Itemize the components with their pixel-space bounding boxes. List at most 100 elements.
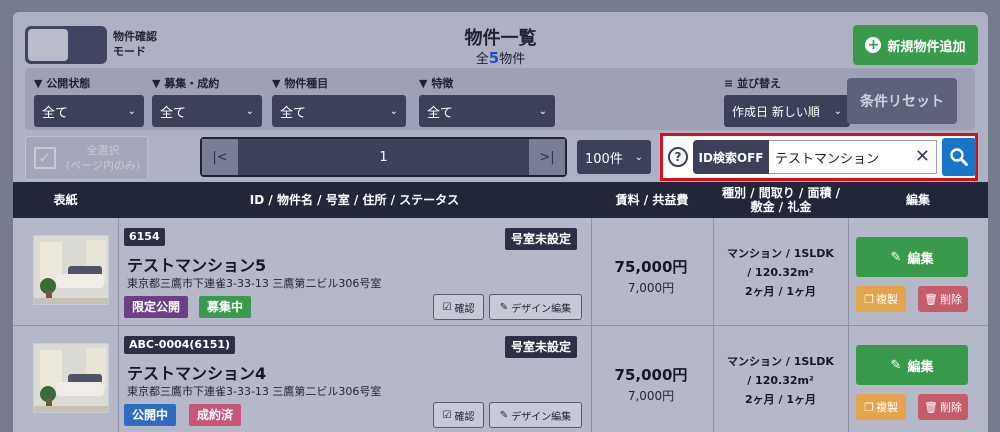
confirm-label: 確認 bbox=[454, 411, 475, 423]
cell-divider bbox=[118, 326, 119, 432]
rent-cell: 75,000円 7,000円 bbox=[591, 256, 711, 296]
col-cover: 表紙 bbox=[53, 193, 78, 207]
filter-type-select[interactable]: 全て ⌄ bbox=[272, 95, 406, 127]
clear-icon[interactable]: ✕ bbox=[915, 146, 930, 167]
copy-icon: ❐ bbox=[864, 400, 874, 414]
filter-feature-value: 全て bbox=[427, 105, 454, 121]
filter-status: ▼ 公開状態 全て ⌄ bbox=[34, 75, 144, 127]
search-button[interactable] bbox=[942, 138, 976, 176]
filter-type-label: 物件種目 bbox=[284, 77, 329, 90]
first-page-button[interactable]: |< bbox=[202, 139, 238, 175]
count-suffix: 物件 bbox=[499, 52, 526, 67]
spec-area: / 120.32m² bbox=[747, 374, 814, 387]
select-all-line1: 全選択 bbox=[86, 144, 120, 157]
current-page: 1 bbox=[379, 149, 388, 165]
table-row: ABC-0004(6151) 号室未設定 テストマンション4 東京都三鷹市下連雀… bbox=[13, 326, 988, 432]
search-input-value: テストマンション bbox=[775, 151, 880, 167]
design-edit-label: デザイン編集 bbox=[511, 303, 572, 315]
select-all-line2: (ページ内のみ) bbox=[65, 159, 141, 172]
plus-circle-icon: + bbox=[865, 37, 882, 53]
property-address: 東京都三鷹市下連雀3-33-13 三鷹第二ビル306号室 bbox=[127, 277, 382, 290]
design-edit-button[interactable]: ✎ デザイン編集 bbox=[489, 294, 582, 320]
filter-status-label: 公開状態 bbox=[46, 77, 91, 90]
add-property-label: 新規物件追加 bbox=[887, 39, 966, 55]
status-badge-visibility: 限定公開 bbox=[124, 296, 189, 318]
status-badge-recruit: 募集中 bbox=[199, 296, 252, 318]
rent-cell: 75,000円 7,000円 bbox=[591, 364, 711, 404]
chevron-down-icon: ⌄ bbox=[833, 105, 842, 117]
filter-feature-select[interactable]: 全て ⌄ bbox=[419, 95, 555, 127]
filter-type-value: 全て bbox=[280, 105, 307, 121]
spec-type-layout: マンション / 1SLDK bbox=[727, 355, 834, 368]
chevron-down-icon: ⌄ bbox=[538, 105, 547, 117]
spec-area: / 120.32m² bbox=[747, 266, 814, 279]
design-edit-label: デザイン編集 bbox=[511, 411, 572, 423]
copy-label: 複製 bbox=[875, 293, 898, 306]
confirm-button[interactable]: ☑ 確認 bbox=[433, 294, 484, 320]
magic-wand-icon: ✎ bbox=[499, 301, 509, 313]
property-name[interactable]: テストマンション4 bbox=[127, 360, 266, 384]
design-edit-button[interactable]: ✎ デザイン編集 bbox=[489, 402, 582, 428]
filter-status-value: 全て bbox=[42, 105, 69, 121]
cell-divider bbox=[848, 326, 849, 432]
table-row: 6154 号室未設定 テストマンション5 東京都三鷹市下連雀3-33-13 三鷹… bbox=[13, 218, 988, 326]
filter-funnel-icon: ▼ bbox=[152, 77, 161, 90]
per-page-select[interactable]: 100件 ⌄ bbox=[577, 140, 651, 174]
filter-feature-label: 特徴 bbox=[431, 77, 454, 90]
select-all-checkbox[interactable]: ✓ 全選択 (ページ内のみ) bbox=[25, 136, 148, 180]
status-badge-visibility: 公開中 bbox=[124, 404, 177, 426]
help-icon[interactable]: ? bbox=[668, 147, 688, 167]
col-edit: 編集 bbox=[905, 193, 930, 207]
chevron-down-icon: ⌄ bbox=[245, 105, 254, 117]
spec-cell: マンション / 1SLDK / 120.32m² 2ヶ月 / 1ヶ月 bbox=[713, 352, 848, 409]
sort: ≡ 並び替え 作成日 新しい順 ⌄ bbox=[724, 75, 850, 127]
status-badge-recruit: 成約済 bbox=[189, 404, 242, 426]
delete-button[interactable]: 🗑 削除 bbox=[918, 394, 968, 420]
id-search-box: ? ID検索OFF テストマンション ✕ bbox=[660, 133, 978, 181]
magic-wand-icon: ✎ bbox=[499, 409, 509, 421]
reset-conditions-button[interactable]: 条件リセット bbox=[847, 78, 957, 124]
delete-button[interactable]: 🗑 削除 bbox=[918, 286, 968, 312]
property-thumbnail[interactable] bbox=[33, 343, 109, 413]
confirm-button[interactable]: ☑ 確認 bbox=[433, 402, 484, 428]
room-unset-tag: 号室未設定 bbox=[505, 336, 578, 358]
first-page-icon: |< bbox=[212, 149, 228, 165]
trash-icon: 🗑 bbox=[924, 400, 938, 414]
chevron-down-icon: ⌄ bbox=[389, 105, 398, 117]
sort-value: 作成日 新しい順 bbox=[732, 104, 820, 119]
room-photo bbox=[34, 344, 108, 412]
sort-label: 並び替え bbox=[737, 77, 782, 90]
copy-icon: ❐ bbox=[864, 292, 874, 306]
filter-funnel-icon: ▼ bbox=[272, 77, 281, 90]
add-property-button[interactable]: + 新規物件追加 bbox=[853, 25, 978, 65]
page-title: 物件一覧 bbox=[464, 28, 537, 49]
spec-deposit-key: 2ヶ月 / 1ヶ月 bbox=[745, 393, 816, 406]
edit-button[interactable]: ✎ 編集 bbox=[856, 237, 968, 277]
delete-label: 削除 bbox=[939, 293, 962, 306]
copy-button[interactable]: ❐ 複製 bbox=[856, 286, 906, 312]
copy-button[interactable]: ❐ 複製 bbox=[856, 394, 906, 420]
property-list-panel: 物件確認 モード 物件一覧 全5物件 + 新規物件追加 ▼ 公開状態 全て ⌄ ▼… bbox=[13, 12, 988, 432]
property-name[interactable]: テストマンション5 bbox=[127, 252, 266, 276]
edit-label: 編集 bbox=[907, 359, 934, 375]
count-prefix: 全 bbox=[475, 52, 489, 67]
filter-funnel-icon: ▼ bbox=[419, 77, 428, 90]
spec-cell: マンション / 1SLDK / 120.32m² 2ヶ月 / 1ヶ月 bbox=[713, 244, 848, 301]
search-input[interactable]: テストマンション ✕ bbox=[769, 140, 937, 174]
sort-select[interactable]: 作成日 新しい順 ⌄ bbox=[724, 95, 850, 127]
rent-value: 75,000円 bbox=[614, 258, 688, 276]
id-search-toggle[interactable]: ID検索OFF bbox=[693, 140, 769, 174]
edit-button[interactable]: ✎ 編集 bbox=[856, 345, 968, 385]
property-thumbnail[interactable] bbox=[33, 235, 109, 305]
check-square-icon: ☑ bbox=[442, 409, 452, 421]
sort-icon: ≡ bbox=[724, 77, 734, 90]
col-info: ID / 物件名 / 号室 / 住所 / ステータス bbox=[249, 193, 460, 207]
filter-status-select[interactable]: 全て ⌄ bbox=[34, 95, 144, 127]
chevron-down-icon: ⌄ bbox=[127, 105, 136, 117]
last-page-button[interactable]: >| bbox=[529, 139, 565, 175]
filter-funnel-icon: ▼ bbox=[34, 77, 43, 90]
filter-recruit-select[interactable]: 全て ⌄ bbox=[152, 95, 262, 127]
filter-recruit: ▼ 募集・成約 全て ⌄ bbox=[152, 75, 262, 127]
common-fee-value: 7,000円 bbox=[627, 281, 675, 295]
common-fee-value: 7,000円 bbox=[627, 389, 675, 403]
